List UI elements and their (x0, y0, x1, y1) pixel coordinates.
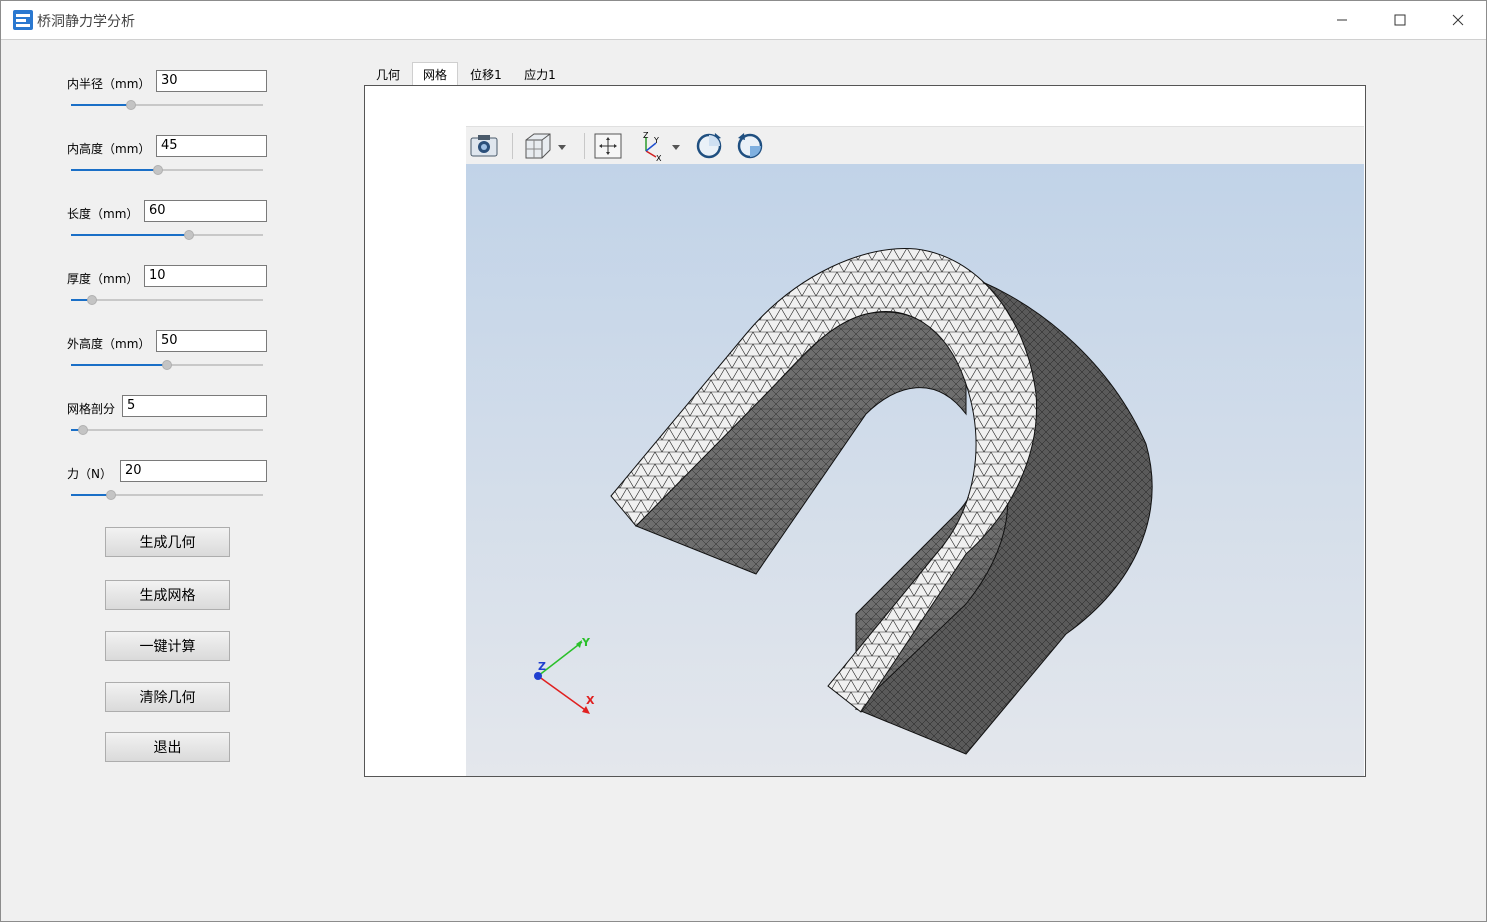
fit-all-button[interactable] (592, 131, 624, 161)
force-slider[interactable] (71, 489, 263, 501)
length-input[interactable]: 60 (144, 200, 267, 222)
mesh-scene[interactable]: Y X Z (466, 164, 1364, 776)
inner-radius-label: 内半径（mm） (67, 77, 151, 91)
slider-thumb[interactable] (78, 425, 88, 435)
length-slider[interactable] (71, 229, 263, 241)
svg-text:Y: Y (653, 136, 659, 145)
app-icon (13, 10, 33, 30)
svg-text:X: X (656, 154, 662, 161)
inner-height-input[interactable]: 45 (156, 135, 267, 157)
window-title: 桥洞静力学分析 (37, 14, 135, 30)
axes-view-button[interactable]: Z Y X (636, 131, 686, 163)
thickness-label: 厚度（mm） (67, 272, 139, 286)
force-label: 力（N） (67, 467, 112, 481)
slider-fill (71, 169, 158, 171)
inner-radius-slider[interactable] (71, 99, 263, 111)
camera-icon (470, 135, 498, 157)
inner-height-slider[interactable] (71, 164, 263, 176)
slider-fill (71, 234, 189, 236)
slider-thumb[interactable] (87, 295, 97, 305)
exit-button[interactable]: 退出 (105, 732, 230, 762)
triad-x-label: X (586, 694, 595, 707)
outer-height-slider[interactable] (71, 359, 263, 371)
axis-triad: Y X Z (534, 636, 595, 714)
slider-fill (71, 104, 131, 106)
svg-text:Z: Z (643, 131, 649, 140)
fit-all-icon (594, 133, 622, 159)
slider-thumb[interactable] (153, 165, 163, 175)
slider-thumb[interactable] (162, 360, 172, 370)
slider-thumb[interactable] (106, 490, 116, 500)
outer-height-input[interactable]: 50 (156, 330, 267, 352)
tab-stress[interactable]: 应力1 (516, 62, 564, 86)
mesh-division-slider[interactable] (71, 424, 263, 436)
title-bar: 桥洞静力学分析 (1, 1, 1486, 40)
maximize-icon (1394, 14, 1406, 26)
view-cube-button[interactable] (522, 131, 572, 161)
rotate-ccw-button[interactable] (734, 131, 766, 161)
mesh-division-label: 网格剖分 (67, 402, 116, 416)
force-input[interactable]: 20 (120, 460, 267, 482)
maximize-button[interactable] (1371, 1, 1429, 39)
tab-geometry[interactable]: 几何 (366, 62, 410, 86)
inner-height-label: 内高度（mm） (67, 142, 151, 156)
slider-thumb[interactable] (184, 230, 194, 240)
viewer-3d[interactable]: Z Y X Y X Z (466, 126, 1364, 776)
rotate-ccw-icon (737, 133, 763, 159)
mesh-division-input[interactable]: 5 (122, 395, 267, 417)
clear-geometry-button[interactable]: 清除几何 (105, 682, 230, 712)
slider-fill (71, 364, 167, 366)
close-icon (1452, 14, 1464, 26)
view-cube-icon (525, 133, 566, 159)
generate-geometry-button[interactable]: 生成几何 (105, 527, 230, 557)
app-window: 桥洞静力学分析 内半径（mm） 30 内高度（mm） 45 长度（mm） 60 … (0, 0, 1487, 922)
triad-y-label: Y (581, 636, 591, 649)
slider-fill (71, 494, 111, 496)
length-label: 长度（mm） (67, 207, 139, 221)
inner-radius-input[interactable]: 30 (156, 70, 267, 92)
thickness-slider[interactable] (71, 294, 263, 306)
tab-displacement[interactable]: 位移1 (463, 62, 509, 86)
screenshot-button[interactable] (468, 131, 500, 161)
viewer-toolbar: Z Y X (466, 126, 1364, 166)
outer-height-label: 外高度（mm） (67, 337, 151, 351)
rotate-cw-button[interactable] (693, 131, 725, 161)
minimize-icon (1337, 19, 1347, 21)
slider-thumb[interactable] (126, 100, 136, 110)
thickness-input[interactable]: 10 (144, 265, 267, 287)
axes-icon: Z Y X (643, 131, 680, 163)
close-button[interactable] (1429, 1, 1487, 39)
generate-mesh-button[interactable]: 生成网格 (105, 580, 230, 610)
tab-mesh[interactable]: 网格 (412, 62, 458, 86)
minimize-button[interactable] (1313, 1, 1371, 39)
rotate-cw-icon (696, 133, 722, 159)
compute-button[interactable]: 一键计算 (105, 631, 230, 661)
triad-z-label: Z (538, 660, 546, 673)
